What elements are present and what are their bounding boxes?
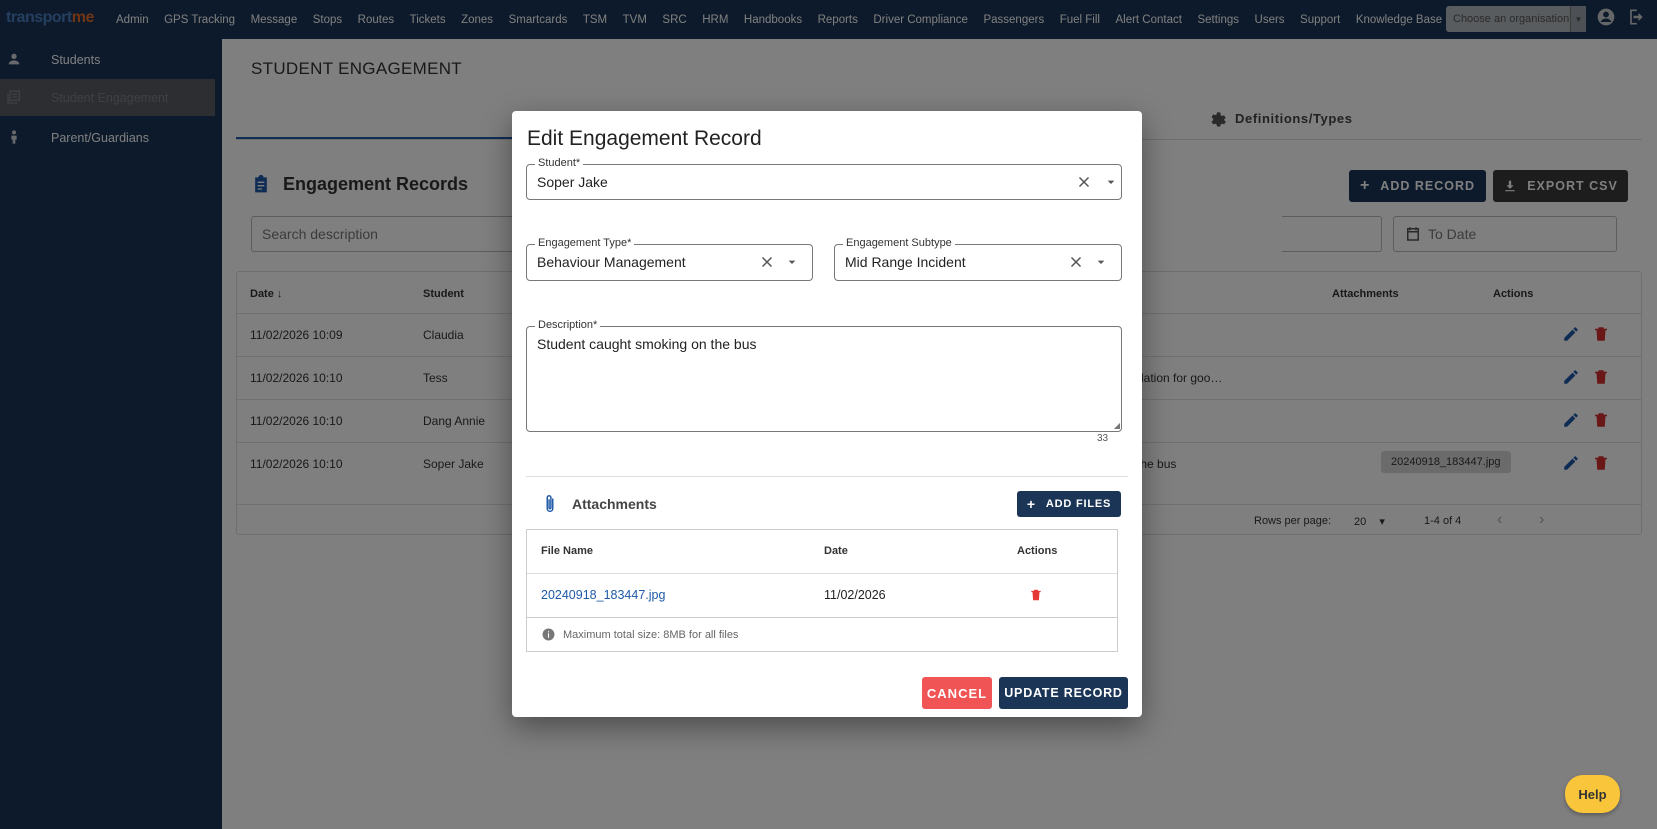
paperclip-icon — [546, 495, 554, 512]
attachments-title: Attachments — [572, 496, 657, 512]
section-divider — [526, 476, 1128, 477]
description-label: Description* — [535, 319, 601, 331]
description-textarea[interactable]: Description* Student caught smoking on t… — [526, 319, 1122, 432]
description-char-count: 33 — [1097, 433, 1109, 444]
info-icon — [542, 628, 555, 641]
update-record-button[interactable]: UPDATE RECORD — [999, 677, 1128, 709]
add-files-button[interactable]: + ADD FILES — [1017, 491, 1121, 517]
att-column-date: Date — [824, 545, 848, 557]
cancel-button[interactable]: CANCEL — [922, 677, 992, 709]
engagement-type-select[interactable]: Engagement Type* Behaviour Management — [526, 237, 813, 281]
student-select[interactable]: Student* Soper Jake — [526, 157, 1122, 200]
attachments-table: File Name Date Actions 20240918_183447.j… — [526, 529, 1118, 618]
close-icon[interactable] — [758, 253, 776, 271]
att-column-actions: Actions — [1017, 545, 1058, 557]
plus-icon: + — [1026, 496, 1036, 512]
attachment-date: 11/02/2026 — [824, 588, 886, 602]
attachments-header: Attachments — [542, 493, 657, 515]
chevron-down-icon[interactable] — [784, 254, 800, 270]
student-field-value: Soper Jake — [537, 174, 608, 190]
engagement-subtype-select[interactable]: Engagement Subtype Mid Range Incident — [834, 237, 1122, 281]
trash-icon[interactable] — [1029, 588, 1043, 602]
dialog-title: Edit Engagement Record — [527, 127, 762, 150]
resize-handle-icon[interactable]: ◢ — [1114, 421, 1120, 430]
attachment-file-link[interactable]: 20240918_183447.jpg — [541, 588, 665, 602]
close-icon[interactable] — [1067, 253, 1085, 271]
max-size-note: Maximum total size: 8MB for all files — [526, 618, 1118, 652]
help-button[interactable]: Help — [1565, 775, 1620, 813]
engagement-subtype-label: Engagement Subtype — [843, 237, 955, 249]
attachment-row: 20240918_183447.jpg 11/02/2026 — [527, 573, 1117, 617]
engagement-type-label: Engagement Type* — [535, 237, 635, 249]
add-files-label: ADD FILES — [1045, 498, 1112, 510]
engagement-subtype-value: Mid Range Incident — [845, 254, 966, 270]
chevron-down-icon[interactable] — [1103, 174, 1119, 190]
engagement-type-value: Behaviour Management — [537, 254, 686, 270]
max-size-text: Maximum total size: 8MB for all files — [563, 628, 739, 641]
edit-engagement-dialog: Edit Engagement Record Student* Soper Ja… — [512, 111, 1142, 717]
close-icon[interactable] — [1075, 173, 1093, 191]
chevron-down-icon[interactable] — [1093, 254, 1109, 270]
att-column-file-name: File Name — [541, 545, 593, 557]
description-value: Student caught smoking on the bus — [537, 336, 757, 352]
student-field-label: Student* — [535, 157, 584, 169]
